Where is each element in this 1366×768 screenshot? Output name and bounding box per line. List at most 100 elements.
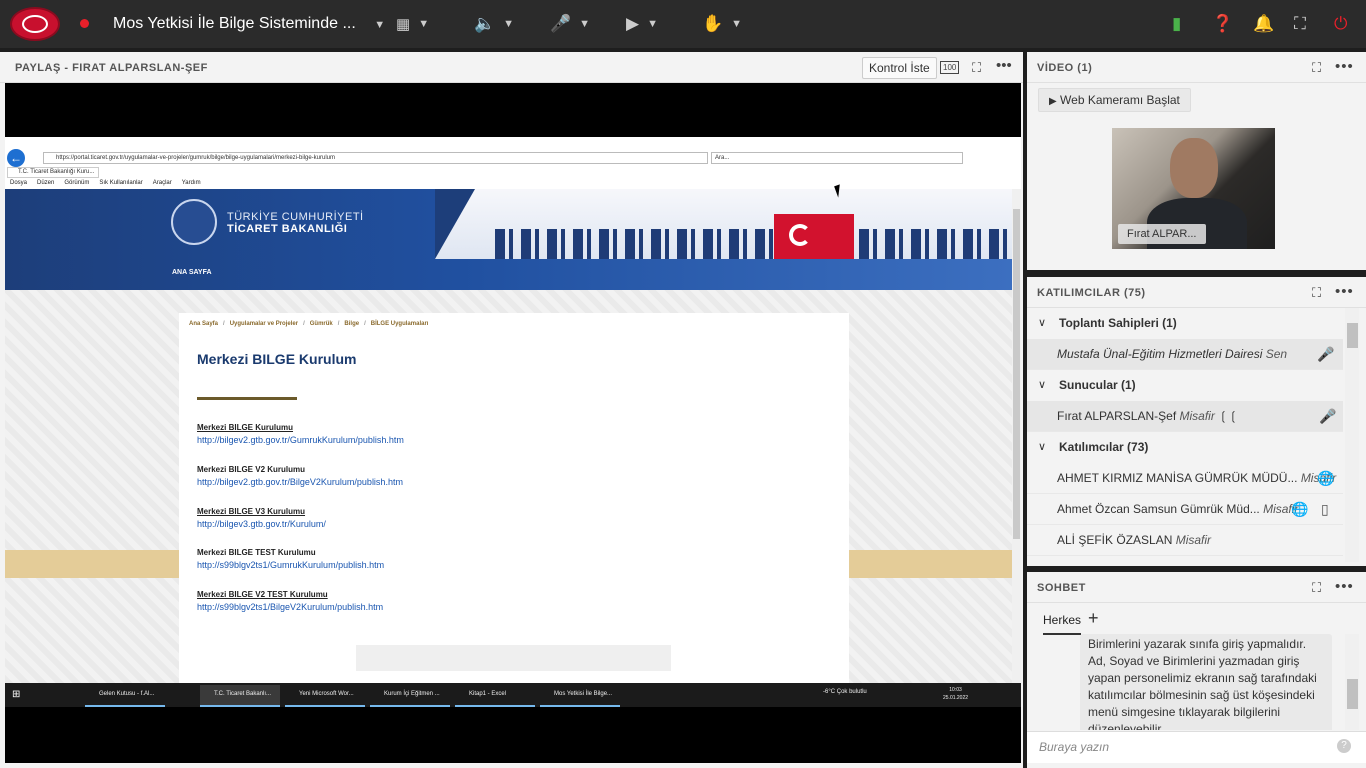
fullscreen-icon[interactable]: ⛶ [1312,580,1321,596]
turkish-flag-icon [774,214,854,259]
zoom-100-icon[interactable]: 100 [940,61,960,74]
more-options-icon[interactable]: ••• [1335,58,1354,75]
globe-icon: 🌐 [1317,470,1335,486]
card-footer [356,645,671,671]
page-scrollbar [1012,189,1021,683]
speaker-menu[interactable]: 🔈 ▼ [474,13,514,35]
chevron-down-icon[interactable]: ▼ [374,19,385,31]
download-item: Merkezi BILGE V2 TEST Kurulumu http://s9… [197,590,383,612]
attendee-row[interactable]: Mustafa Ünal-Eğitim Hizmetleri Dairesi S… [1027,339,1343,370]
raise-hand-menu[interactable]: ✋ ▼ [702,13,742,35]
download-item: Merkezi BILGE Kurulumu http://bilgev2.gt… [197,423,404,445]
attendee-scrollbar[interactable] [1345,308,1359,562]
bell-icon[interactable]: 🔔 [1253,13,1274,35]
download-link: http://s99blgv2ts1/GumrukKurulum/publish… [197,560,385,570]
menu-item: Sık Kullanılanlar [99,180,143,186]
download-title: Merkezi BILGE V3 Kurulumu [197,507,306,516]
group-hosts[interactable]: ∨ Toplantı Sahipleri (1) [1027,308,1343,339]
download-link: http://bilgev3.gtb.gov.tr/Kurulum/ [197,519,326,529]
shared-browser-window: ← https://portal.ticaret.gov.tr/uygulama… [5,137,1021,683]
chat-tab-everyone[interactable]: Herkes [1043,613,1082,635]
taskbar-item: Mos Yetkisi İle Bilge... [540,685,620,707]
apps-grid-icon: ▦ [396,16,411,33]
apps-menu[interactable]: ▦ ▼ [396,13,429,35]
chevron-down-icon: ∨ [1038,441,1047,453]
fullscreen-icon[interactable]: ⛶ [972,60,981,76]
page-title: Merkezi BILGE Kurulum [197,351,357,367]
chevron-down-icon: ▼ [579,18,591,30]
video-tile[interactable]: Fırat ALPAR... [1112,128,1275,249]
chat-messages: Birimlerini yazarak sınıfa giriş yapmalı… [1027,634,1366,730]
camera-icon: ▶ [626,14,640,33]
more-options-icon[interactable]: ••• [1335,283,1354,300]
taskbar-clock: 10:03 25.01.2022 [943,686,968,702]
meeting-title[interactable]: Mos Yetkisi İle Bilge Sisteminde ... ▼ [113,15,385,33]
chat-input-field[interactable]: Buraya yazın ? [1027,731,1366,763]
address-bar: https://portal.ticaret.gov.tr/uygulamala… [43,152,708,164]
share-pod: PAYLAŞ - FIRAT ALPARSLAN-ŞEF Kontrol İst… [0,52,1023,768]
start-webcam-button[interactable]: ▶ Web Kameramı Başlat [1038,88,1191,112]
attendee-name: Mustafa Ünal-Eğitim Hizmetleri Dairesi [1057,347,1263,361]
help-icon[interactable]: ? [1337,739,1351,753]
org-name-line2: TİCARET BAKANLIĞI [227,223,348,235]
search-box: Ara... [711,152,963,164]
attendee-name: ALİ ŞEFİK ÖZASLAN [1057,533,1173,547]
microphone-menu[interactable]: 🎤 ▼ [550,13,590,35]
fullscreen-icon[interactable]: ⛶ [1312,60,1321,76]
download-title: Merkezi BILGE Kurulumu [197,423,294,432]
site-banner: TÜRKİYE CUMHURİYETİ TİCARET BAKANLIĞI AN… [5,189,1012,290]
group-participants[interactable]: ∨ Katılımcılar (73) [1027,432,1343,463]
ministry-emblem-icon [171,199,217,245]
attendee-role: Misafir [1175,533,1212,547]
video-pod-title: VİDEO (1) [1037,62,1093,74]
attendee-row[interactable]: Fırat ALPARSLAN-Şef Misafir ❲❲ 🎤 [1027,401,1343,432]
attendee-row[interactable]: Ahmet Özcan Samsun Gümrük Müd... Misafir… [1027,494,1343,525]
add-chat-tab-icon[interactable]: + [1088,608,1099,629]
fullscreen-icon[interactable]: ⛶ [1294,13,1306,35]
taskbar-time: 10:03 [949,687,962,693]
chat-scrollbar[interactable] [1345,634,1359,730]
attendee-row[interactable]: ALİ ŞEFİK ÖZASLAN Misafir [1027,525,1343,556]
group-presenters[interactable]: ∨ Sunucular (1) [1027,370,1343,401]
menu-item: Düzen [37,180,55,186]
breadcrumb-item: Bilge [344,321,360,327]
attendees-pod-header: KATILIMCILAR (75) ⛶ ••• [1027,277,1366,308]
chat-placeholder: Buraya yazın [1039,740,1110,754]
download-item: Merkezi BILGE V3 Kurulumu http://bilgev3… [197,507,326,529]
speaking-icon: ❲❲ [1218,409,1239,423]
browser-toolbar: ← https://portal.ticaret.gov.tr/uygulama… [5,137,1021,167]
chat-pod-header: SOHBET ⛶ ••• [1027,572,1366,603]
download-link: http://bilgev2.gtb.gov.tr/GumrukKurulum/… [197,435,404,445]
recording-indicator-icon [80,19,89,28]
camera-icon: ▶ [1049,96,1057,107]
more-options-icon[interactable]: ••• [996,57,1012,74]
help-icon[interactable]: ❓ [1212,13,1233,35]
attendees-pod-title: KATILIMCILAR (75) [1037,287,1146,299]
browser-menu-bar: Dosya Düzen Görünüm Sık Kullanılanlar Ar… [10,180,201,186]
power-icon[interactable]: ⏻ [1334,13,1347,35]
breadcrumb: Ana Sayfa / Uygulamalar ve Projeler / Gümr… [189,321,429,327]
chevron-down-icon: ▼ [731,18,743,30]
signal-icon[interactable]: ▮ [1172,13,1181,35]
fullscreen-icon[interactable]: ⛶ [1312,285,1321,301]
chevron-down-icon: ▼ [418,18,430,30]
attendee-name: AHMET KIRMIZ MANİSA GÜMRÜK MÜDÜ... [1057,471,1298,485]
camera-menu[interactable]: ▶ ▼ [626,13,658,35]
skyline-image [435,189,1012,259]
request-control-button[interactable]: Kontrol İste [862,57,937,79]
download-title: Merkezi BILGE TEST Kurulumu [197,548,316,557]
mobile-device-icon: ▯ [1321,501,1329,517]
attendee-row[interactable]: AHMET KIRMIZ MANİSA GÜMRÜK MÜDÜ... Misaf… [1027,463,1343,494]
taskbar-item: Gelen Kutusu - f.Al... [85,685,165,707]
more-options-icon[interactable]: ••• [1335,578,1354,595]
attendees-pod: KATILIMCILAR (75) ⛶ ••• ∨ Toplantı Sahip… [1027,277,1366,566]
video-pod: VİDEO (1) ⛶ ••• ▶ Web Kameramı Başlat Fı… [1027,52,1366,270]
shared-screen: ← https://portal.ticaret.gov.tr/uygulama… [5,83,1021,763]
menu-item: Yardım [181,180,201,186]
menu-item: Araçlar [152,180,172,186]
chat-pod: SOHBET ⛶ ••• Herkes + Birimlerini yazara… [1027,572,1366,768]
app-logo [10,7,60,41]
breadcrumb-item: Gümrük [309,321,333,327]
taskbar-item: Kitap1 - Excel [455,685,535,707]
chat-pod-title: SOHBET [1037,582,1086,594]
